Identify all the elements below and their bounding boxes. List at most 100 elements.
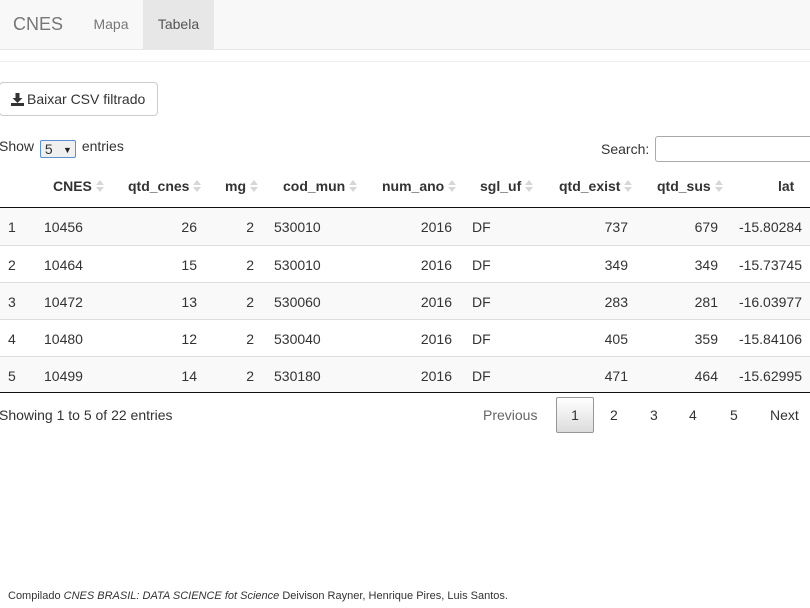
table-row[interactable]: 5 10499 14 2 530180 2016 DF 471 464 -15.… — [0, 356, 810, 393]
cell-cnes: 10464 — [44, 257, 83, 273]
cell-mg: 2 — [246, 368, 254, 384]
cell-index: 1 — [8, 219, 16, 235]
cell-qtd-sus: 679 — [694, 219, 718, 235]
cell-cod-mun: 530180 — [274, 368, 321, 384]
column-header-lat[interactable]: lat — [778, 178, 794, 198]
column-header-mg[interactable]: mg — [225, 178, 259, 198]
length-prefix: Show — [0, 138, 35, 154]
cell-cod-mun: 530010 — [274, 257, 321, 273]
sort-icon — [250, 179, 259, 193]
sort-icon — [95, 179, 105, 193]
pagination-previous[interactable]: Previous — [483, 407, 537, 423]
cell-qtd-cnes: 15 — [181, 257, 197, 273]
cell-cod-mun: 530040 — [274, 331, 321, 347]
column-header-qtd-exist[interactable]: qtd_exist — [559, 178, 633, 198]
cell-qtd-exist: 405 — [604, 331, 628, 347]
pagination-page-4[interactable]: 4 — [689, 407, 697, 423]
sort-icon — [624, 179, 633, 193]
cell-qtd-cnes: 13 — [181, 294, 197, 310]
cell-index: 5 — [8, 368, 16, 384]
cell-lat: -15.73745 — [738, 257, 802, 273]
pagination-next[interactable]: Next — [770, 407, 799, 423]
cell-qtd-cnes: 14 — [181, 368, 197, 384]
footer-prefix: Compilado — [8, 590, 61, 602]
pagination-page-5[interactable]: 5 — [730, 407, 738, 423]
cell-index: 3 — [8, 294, 16, 310]
cell-sgl-uf: DF — [472, 368, 491, 384]
column-header-num-ano[interactable]: num_ano — [382, 178, 457, 198]
footer-title: CNES BRASIL: DATA SCIENCE fot Science — [63, 590, 280, 602]
search-input[interactable] — [655, 136, 810, 162]
sort-icon — [349, 179, 358, 193]
footer-authors: Deivison Rayner, Henrique Pires, Luis Sa… — [282, 590, 508, 602]
cell-qtd-sus: 359 — [694, 331, 718, 347]
page-length-select[interactable]: 5 ▼ — [39, 140, 76, 158]
cell-num-ano: 2016 — [420, 331, 452, 347]
cell-cnes: 10456 — [44, 219, 83, 235]
column-header-qtd-sus[interactable]: qtd_sus — [657, 178, 724, 198]
cell-lat: -15.80284 — [738, 219, 802, 235]
pagination-page-1[interactable]: 1 — [556, 397, 594, 433]
download-csv-button[interactable]: Baixar CSV filtrado — [0, 82, 158, 116]
sort-icon — [448, 179, 457, 193]
pagination-page-2[interactable]: 2 — [610, 407, 618, 423]
cell-qtd-exist: 283 — [604, 294, 628, 310]
cell-mg: 2 — [246, 257, 254, 273]
column-header-sgl-uf[interactable]: sgl_uf — [480, 178, 534, 198]
column-header-qtd-cnes[interactable]: qtd_cnes — [128, 178, 202, 198]
cell-num-ano: 2016 — [420, 368, 452, 384]
download-icon — [11, 85, 24, 117]
cell-cod-mun: 530060 — [274, 294, 321, 310]
table-info: Showing 1 to 5 of 22 entries — [0, 407, 173, 423]
cell-index: 2 — [8, 257, 16, 273]
sort-icon — [193, 179, 202, 193]
search-label: Search: — [601, 141, 650, 157]
cell-mg: 2 — [246, 219, 254, 235]
pagination-page-3[interactable]: 3 — [650, 407, 658, 423]
cell-mg: 2 — [246, 294, 254, 310]
cell-cod-mun: 530010 — [274, 219, 321, 235]
cell-cnes: 10499 — [44, 368, 83, 384]
cell-qtd-sus: 464 — [694, 368, 718, 384]
cell-sgl-uf: DF — [472, 219, 491, 235]
cell-qtd-sus: 281 — [694, 294, 718, 310]
cell-qtd-sus: 349 — [694, 257, 718, 273]
tab-tabela[interactable]: Tabela — [143, 0, 214, 49]
length-suffix: entries — [81, 138, 124, 154]
cell-qtd-exist: 471 — [604, 368, 628, 384]
tab-mapa[interactable]: Mapa — [80, 0, 142, 49]
cell-index: 4 — [8, 331, 16, 347]
cell-num-ano: 2016 — [420, 257, 452, 273]
table-footer-rule — [0, 392, 810, 393]
cell-lat: -15.84106 — [738, 331, 802, 347]
page-length-value: 5 — [44, 141, 53, 157]
sort-icon — [714, 179, 724, 193]
cell-sgl-uf: DF — [472, 294, 491, 310]
cell-cnes: 10480 — [44, 331, 83, 347]
page-footer: Compilado CNES BRASIL: DATA SCIENCE fot … — [8, 590, 508, 602]
sort-icon — [525, 179, 534, 193]
navbar: CNES Mapa Tabela — [0, 0, 810, 50]
navbar-brand[interactable]: CNES — [13, 14, 63, 35]
cell-mg: 2 — [246, 331, 254, 347]
cell-sgl-uf: DF — [472, 331, 491, 347]
cell-num-ano: 2016 — [420, 219, 452, 235]
divider — [0, 61, 810, 62]
cell-qtd-exist: 349 — [604, 257, 628, 273]
table-row[interactable]: 1 10456 26 2 530010 2016 DF 737 679 -15.… — [0, 208, 810, 245]
table-row[interactable]: 4 10480 12 2 530040 2016 DF 405 359 -15.… — [0, 319, 810, 356]
cell-sgl-uf: DF — [472, 257, 491, 273]
chevron-down-icon: ▼ — [63, 145, 72, 155]
column-header-cnes[interactable]: CNES — [53, 178, 105, 198]
cell-num-ano: 2016 — [420, 294, 452, 310]
download-csv-label: Baixar CSV filtrado — [27, 91, 146, 107]
table-row[interactable]: 3 10472 13 2 530060 2016 DF 283 281 -16.… — [0, 282, 810, 319]
column-header-cod-mun[interactable]: cod_mun — [283, 178, 358, 198]
cell-cnes: 10472 — [44, 294, 83, 310]
cell-qtd-cnes: 12 — [181, 331, 197, 347]
table-row[interactable]: 2 10464 15 2 530010 2016 DF 349 349 -15.… — [0, 245, 810, 282]
cell-lat: -15.62995 — [738, 368, 802, 384]
length-menu: Show 5 ▼ entries — [0, 138, 124, 158]
cell-qtd-exist: 737 — [604, 219, 628, 235]
cell-lat: -16.03977 — [738, 294, 802, 310]
